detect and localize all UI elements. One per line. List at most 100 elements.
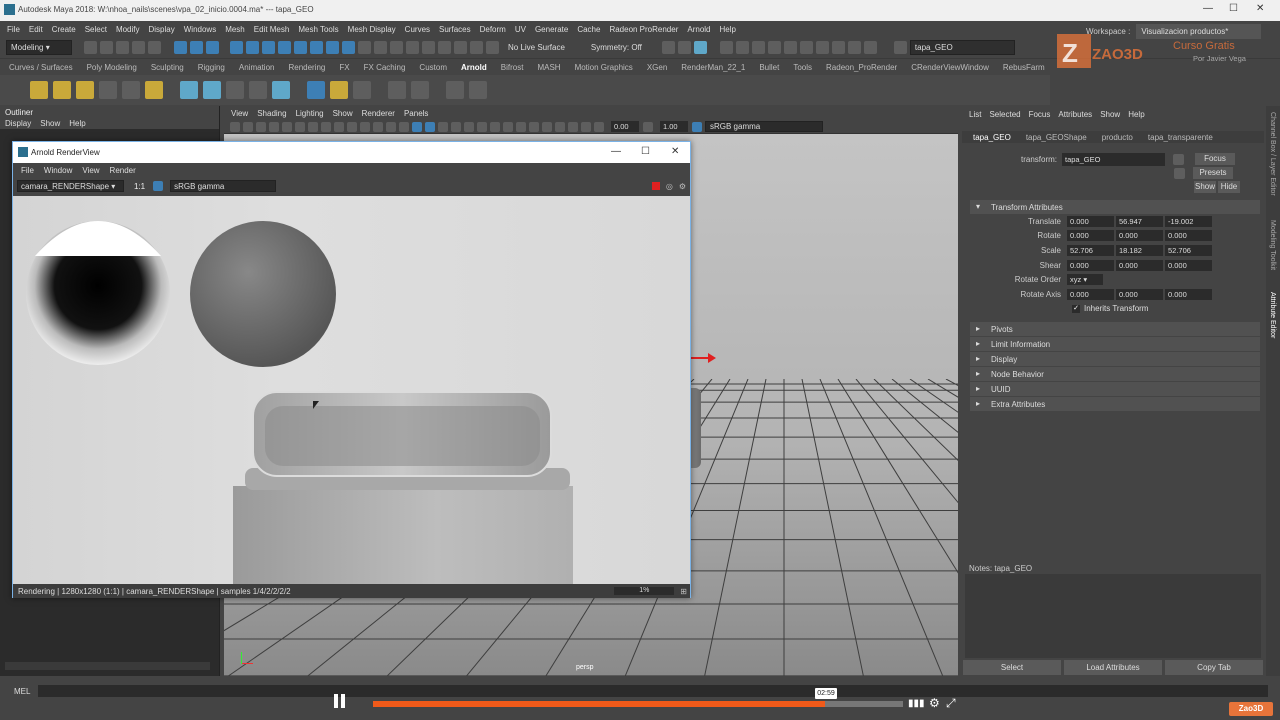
ae-attr-shear-y[interactable]: 0.000 [1116, 259, 1163, 271]
wireframe-on-shaded-icon[interactable] [451, 121, 461, 132]
hypergraph-icon[interactable] [751, 41, 765, 54]
resolution-gate-icon[interactable] [347, 121, 357, 132]
ae-attr-rotate-x[interactable]: 0.000 [1067, 230, 1114, 242]
viewport-menu-renderer[interactable]: Renderer [362, 109, 395, 118]
snap-grid-icon[interactable] [230, 41, 243, 54]
undo-icon[interactable] [132, 41, 145, 54]
snap-vertex-icon[interactable] [310, 41, 323, 54]
grid-icon[interactable] [321, 121, 331, 132]
snap-point-icon[interactable] [262, 41, 275, 54]
shelf-tab-tools[interactable]: Tools [793, 63, 812, 72]
ae-tab-tapa-geo[interactable]: tapa_GEO [973, 133, 1011, 142]
menu-radeon-prorender[interactable]: Radeon ProRender [609, 25, 678, 34]
display-layout-icon[interactable] [719, 41, 733, 54]
minimize-icon[interactable]: — [1203, 3, 1213, 14]
gamma-icon[interactable] [643, 121, 653, 132]
select-hierarchy-icon[interactable] [174, 41, 187, 54]
shelf-tab-rendering[interactable]: Rendering [288, 63, 325, 72]
ae-attr-rotate-y[interactable]: 0.000 [1116, 230, 1163, 242]
ae-menu-selected[interactable]: Selected [989, 110, 1020, 119]
ae-go-input-icon[interactable] [1173, 153, 1184, 165]
ae-section-limit-information[interactable]: Limit Information [970, 337, 1260, 352]
rv-title-bar[interactable]: Arnold RenderView — ☐ ✕ [13, 142, 690, 163]
rv-refresh-icon[interactable]: ◎ [666, 182, 673, 191]
select-by-name-icon[interactable] [893, 41, 907, 54]
ae-menu-list[interactable]: List [969, 110, 981, 119]
ae-rotate-axis-y[interactable]: 0.000 [1116, 288, 1163, 300]
menu-deform[interactable]: Deform [480, 25, 506, 34]
ae-load-attributes-button[interactable]: Load Attributes [1064, 660, 1162, 675]
viewport-menu-show[interactable]: Show [333, 109, 353, 118]
rv-close-icon[interactable]: ✕ [671, 146, 679, 157]
ambient-occlusion-icon[interactable] [503, 121, 513, 132]
menu-mesh-tools[interactable]: Mesh Tools [298, 25, 338, 34]
texture-manager-icon[interactable] [307, 81, 325, 99]
workspace-dropdown[interactable]: Visualizacion productos* [1136, 24, 1262, 39]
ae-transform-field[interactable]: tapa_GEO [1062, 152, 1165, 166]
menu-generate[interactable]: Generate [535, 25, 568, 34]
lock-icon[interactable] [358, 41, 371, 54]
ae-hide-button[interactable]: Hide [1218, 181, 1240, 193]
shelf-tab-fx-caching[interactable]: FX Caching [364, 63, 406, 72]
rv-color-management-icon[interactable] [153, 181, 164, 191]
area-light-icon[interactable] [30, 81, 48, 99]
bookmarks-icon[interactable] [269, 121, 279, 132]
textured-view-icon[interactable] [464, 121, 474, 132]
ae-menu-attributes[interactable]: Attributes [1058, 110, 1092, 119]
shelf-tab-mash[interactable]: MASH [537, 63, 560, 72]
menu-edit[interactable]: Edit [29, 25, 43, 34]
eye-icon[interactable] [446, 81, 464, 99]
ae-menu-help[interactable]: Help [1128, 110, 1144, 119]
motion-blur-icon[interactable] [516, 121, 526, 132]
ae-rotate-axis-x[interactable]: 0.000 [1067, 288, 1114, 300]
rv-render-image[interactable] [13, 196, 690, 584]
menu-mesh-display[interactable]: Mesh Display [348, 25, 396, 34]
camera-attributes-icon[interactable] [256, 121, 266, 132]
object-name-field[interactable]: tapa_GEO [909, 40, 1015, 55]
physical-sky-icon[interactable] [145, 81, 163, 99]
open-scene-icon[interactable] [100, 41, 113, 54]
hypershade-icon[interactable] [438, 41, 451, 54]
rv-maximize-icon[interactable]: ☐ [641, 146, 650, 157]
shelf-tab-bifrost[interactable]: Bifrost [501, 63, 524, 72]
exposure-icon[interactable] [594, 121, 604, 132]
menu-help[interactable]: Help [720, 25, 736, 34]
shelf-tab-fx[interactable]: FX [339, 63, 349, 72]
shelf-tab-crenderviewwindow[interactable]: CRenderViewWindow [911, 63, 989, 72]
ae-section-node-behavior[interactable]: Node Behavior [970, 367, 1260, 382]
ae-section-extra-attributes[interactable]: Extra Attributes [970, 397, 1260, 412]
render-frame-icon[interactable] [390, 41, 403, 54]
ae-rotate-order-dropdown[interactable]: xyz ▾ [1067, 274, 1103, 286]
close-icon[interactable]: ✕ [1256, 3, 1264, 14]
viewport-menu-panels[interactable]: Panels [404, 109, 428, 118]
select-component-icon[interactable] [206, 41, 219, 54]
ae-notes-field[interactable] [965, 574, 1261, 658]
fullscreen-icon[interactable]: ⤢ [946, 696, 956, 711]
snap-surface-icon[interactable] [294, 41, 307, 54]
menu-cache[interactable]: Cache [577, 25, 600, 34]
smooth-shade-icon[interactable] [425, 121, 435, 132]
ae-tab-producto[interactable]: producto [1102, 133, 1133, 142]
rv-menu-view[interactable]: View [82, 166, 99, 175]
field-chart-icon[interactable] [373, 121, 383, 132]
ae-presets-button[interactable]: Presets [1193, 167, 1233, 179]
symmetry-icon[interactable] [486, 41, 499, 54]
ipr-icon[interactable] [411, 81, 429, 99]
isolate-select-icon[interactable] [555, 121, 565, 132]
viewport-menu-view[interactable]: View [231, 109, 248, 118]
redo-icon[interactable] [148, 41, 161, 54]
mel-label[interactable]: MEL [14, 687, 30, 696]
ae-go-output-icon[interactable] [1174, 167, 1185, 179]
rv-color-space-dropdown[interactable]: sRGB gamma [170, 180, 277, 192]
rv-ratio[interactable]: 1:1 [134, 182, 145, 191]
textured-icon[interactable] [799, 41, 813, 54]
image-plane-icon[interactable] [282, 121, 292, 132]
ae-section-pivots[interactable]: Pivots [970, 322, 1260, 337]
volume-icon[interactable] [203, 81, 221, 99]
ae-select-button[interactable]: Select [963, 660, 1061, 675]
light-manager-icon[interactable] [330, 81, 348, 99]
side-tab-attribute-editor[interactable]: Attribute Editor [1269, 292, 1276, 338]
ae-rotate-axis-z[interactable]: 0.000 [1165, 288, 1212, 300]
safe-action-icon[interactable] [386, 121, 396, 132]
color-management-icon[interactable] [692, 121, 702, 132]
